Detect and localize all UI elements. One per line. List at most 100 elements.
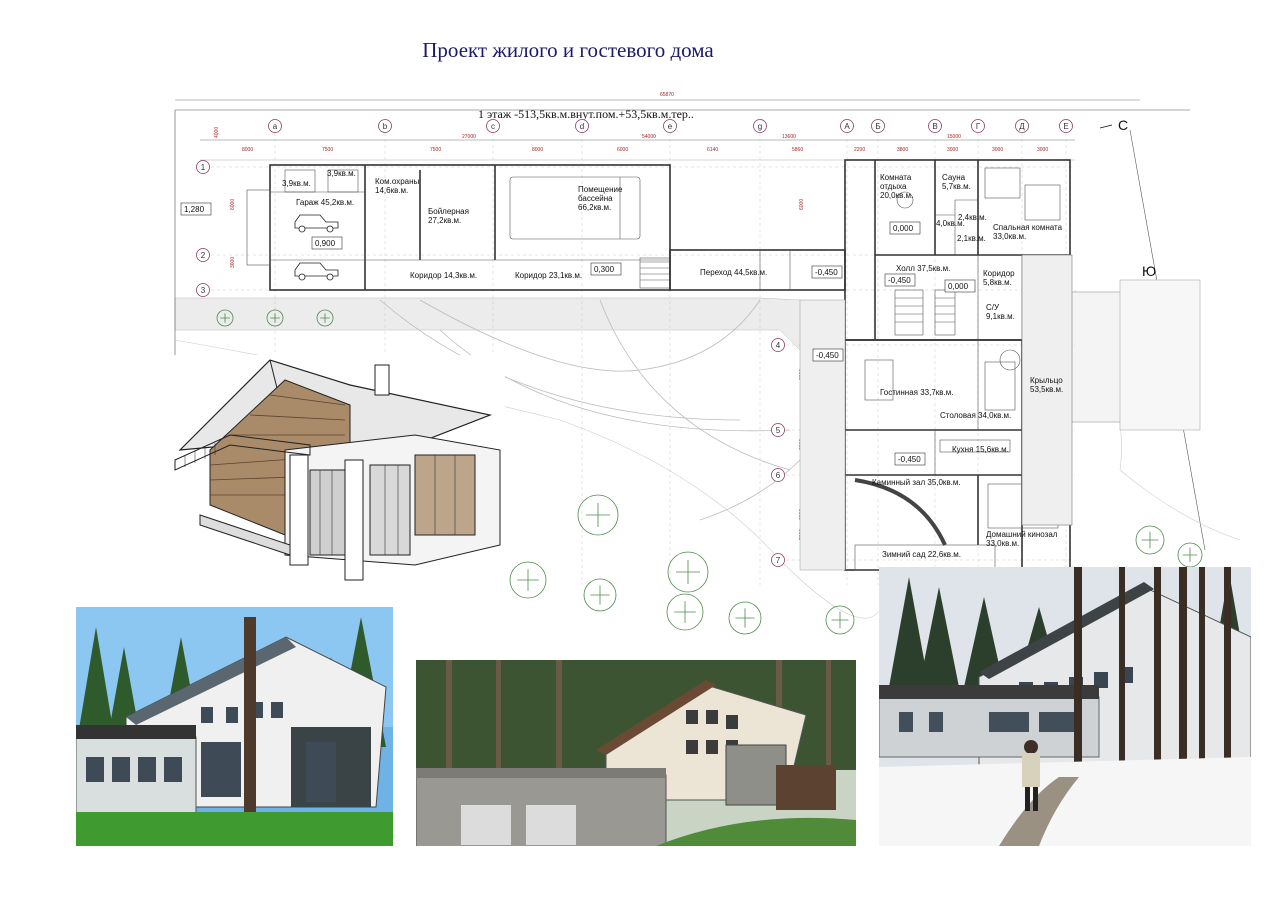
room-label: Коридор5,8кв.м. <box>983 269 1015 287</box>
dimension-label: 3000 <box>992 147 1003 153</box>
room-label: Кухня 15,6кв.м. <box>952 445 1009 454</box>
room-area: 5,7кв.м. <box>942 182 971 191</box>
room-label: 2,1кв.м. <box>957 234 986 243</box>
room-label: Спальная комната33,0кв.м. <box>993 223 1063 241</box>
axis-label: В <box>932 122 937 131</box>
render-garage-view <box>416 660 856 846</box>
dimension-label: 2200 <box>854 147 865 153</box>
axis-label: b <box>383 122 388 131</box>
axis-label: 4 <box>776 341 781 350</box>
axis-label: A <box>844 122 850 131</box>
dimension-label: 6000 <box>799 199 805 210</box>
room-label: С/У9,1кв.м. <box>986 303 1015 321</box>
room-label: Гараж 45,2кв.м. <box>296 198 354 207</box>
room-area: 66,2кв.м. <box>578 203 611 212</box>
room-area: 27,2кв.м. <box>428 216 461 225</box>
dimension-label: 3000 <box>947 147 958 153</box>
axis-label: Е <box>1063 122 1068 131</box>
room-name: Гараж 45,2кв.м. <box>296 198 354 207</box>
dimension-label: 13600 <box>782 134 796 140</box>
room-label: Помещениебассейна66,2кв.м. <box>578 185 623 212</box>
room-name: Коридор 14,3кв.м. <box>410 271 477 280</box>
tree-icon <box>666 593 704 631</box>
level-mark: -0,450 <box>815 268 838 277</box>
axis-label: a <box>273 122 278 131</box>
axis-label: 6 <box>776 471 781 480</box>
living-block <box>799 254 1073 571</box>
room-name: Холл 37,5кв.м. <box>896 264 950 273</box>
room-label: Сауна5,7кв.м. <box>942 173 971 191</box>
photo-house-winter <box>879 567 1251 846</box>
room-name: С/У <box>986 303 1000 312</box>
room-name: Гостинная 33,7кв.м. <box>880 388 953 397</box>
room-area: 9,1кв.м. <box>986 312 1015 321</box>
dimension-label: 8000 <box>532 147 543 153</box>
room-name: отдыха <box>880 182 907 191</box>
room-name: Кухня 15,6кв.м. <box>952 445 1009 454</box>
room-label: Крыльцо53,5кв.м. <box>1030 376 1063 394</box>
room-label: 2,4кв.м. <box>958 213 987 222</box>
dimension-label: 27000 <box>462 134 476 140</box>
floor-caption: 1 этаж -513,5кв.м.внут.пом.+53,5кв.м.тер… <box>478 107 694 121</box>
axis-label: e <box>668 122 673 131</box>
room-label: Ком.охраны14,6кв.м. <box>375 177 420 195</box>
room-name: Спальная комната <box>993 223 1063 232</box>
tree-icon <box>577 494 619 536</box>
room-label: Гостинная 33,7кв.м. <box>880 388 953 397</box>
tree-icon <box>1135 525 1165 555</box>
room-label: Каминный зал 35,0кв.м. <box>872 478 961 487</box>
room-name: Ком.охраны <box>375 177 420 186</box>
room-label: 3,9кв.м. <box>282 179 311 188</box>
axis-label: Б <box>875 122 880 131</box>
axis-label: 2 <box>201 251 206 260</box>
level-mark: 0,000 <box>893 224 914 233</box>
room-name: Коридор 23,1кв.м. <box>515 271 582 280</box>
room-label: Коридор 14,3кв.м. <box>410 271 477 280</box>
axis-label: 5 <box>776 426 781 435</box>
room-area: 33,0кв.м. <box>993 232 1026 241</box>
tree-icon <box>667 551 709 593</box>
dimension-label: 8000 <box>242 147 253 153</box>
room-label: 3,9кв.м. <box>327 169 356 178</box>
room-label: Бойлерная27,2кв.м. <box>428 207 469 225</box>
room-name: 2,4кв.м. <box>958 213 987 222</box>
dimension-label: 15000 <box>947 134 961 140</box>
level-mark: -0,450 <box>898 455 921 464</box>
room-name: Крыльцо <box>1030 376 1063 385</box>
room-label: Коридор 23,1кв.м. <box>515 271 582 280</box>
room-name: 3,9кв.м. <box>327 169 356 178</box>
axis-label: d <box>580 122 584 131</box>
dimension-label: 3600 <box>230 257 236 268</box>
photo-house-summer <box>76 607 393 846</box>
room-label: Зимний сад 22,6кв.м. <box>882 550 961 559</box>
room-name: Столовая 34,0кв.м. <box>940 411 1011 420</box>
dimension-label: 7500 <box>430 147 441 153</box>
room-area: 33,0кв.м. <box>986 539 1019 548</box>
dimension-label: 5860 <box>792 147 803 153</box>
room-name: Комната <box>880 173 912 182</box>
room-name: Помещение <box>578 185 623 194</box>
room-name: Домашний кинозал <box>986 530 1058 539</box>
level-mark: 1,280 <box>184 205 205 214</box>
axis-label: Г <box>976 122 981 131</box>
room-name: Переход 44,5кв.м. <box>700 268 767 277</box>
room-label: Переход 44,5кв.м. <box>700 268 767 277</box>
level-mark: 0,000 <box>948 282 969 291</box>
axis-label: 1 <box>201 163 206 172</box>
room-name: 3,9кв.м. <box>282 179 311 188</box>
dimension-label: 3800 <box>897 147 908 153</box>
room-label: Столовая 34,0кв.м. <box>940 411 1011 420</box>
room-name: Зимний сад 22,6кв.м. <box>882 550 961 559</box>
axis-label: g <box>758 122 762 131</box>
tree-icon <box>1177 542 1203 568</box>
room-name: 2,1кв.м. <box>957 234 986 243</box>
level-mark: 0,300 <box>594 265 615 274</box>
axis-label: 3 <box>201 286 206 295</box>
compass-north: С <box>1118 117 1128 133</box>
dimension-label: 4000 <box>214 127 220 138</box>
compass-south: Ю <box>1142 263 1156 279</box>
level-mark: -0,450 <box>888 276 911 285</box>
room-name: бассейна <box>578 194 613 203</box>
room-name: Бойлерная <box>428 207 469 216</box>
axis-label: Д <box>1019 122 1025 131</box>
